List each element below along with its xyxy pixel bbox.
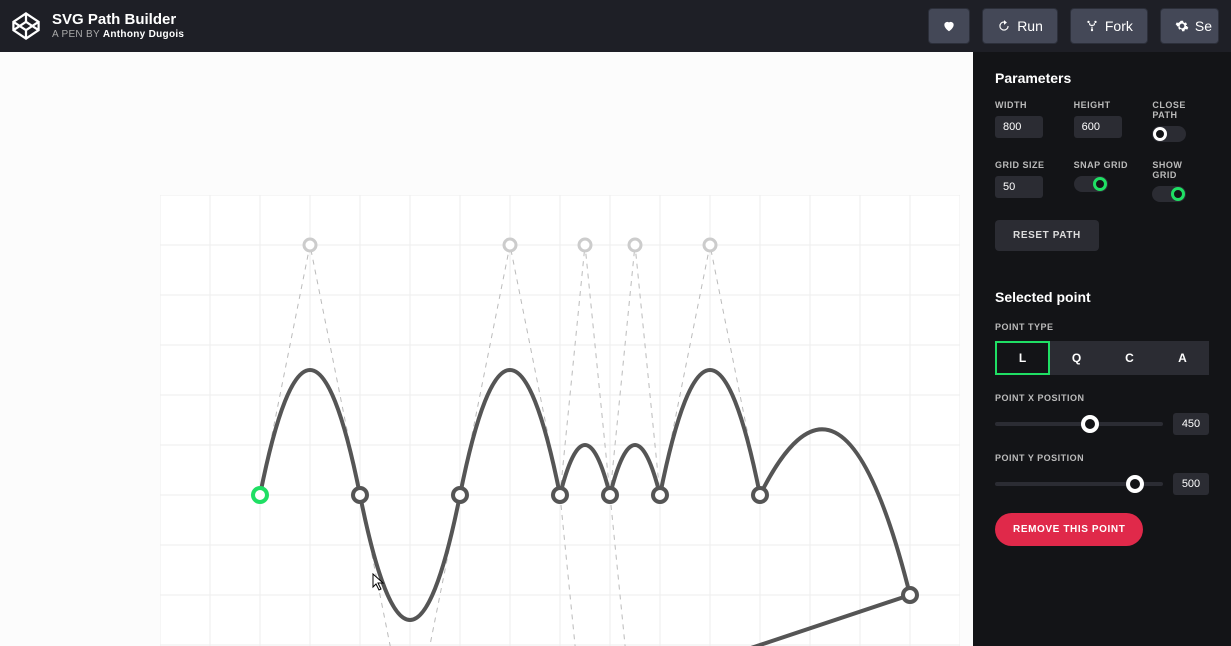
workspace: Parameters WIDTH HEIGHT CLOSE PATH GRID …	[0, 52, 1231, 646]
point-y-value: 500	[1173, 473, 1209, 495]
canvas-area[interactable]	[0, 52, 973, 646]
point-type-label: POINT TYPE	[995, 322, 1054, 332]
point-y-slider[interactable]	[995, 482, 1163, 486]
point-type-q[interactable]: Q	[1050, 341, 1103, 375]
width-label: WIDTH	[995, 100, 1052, 110]
gear-icon	[1175, 19, 1189, 33]
close-path-label: CLOSE PATH	[1152, 100, 1209, 120]
reset-path-button[interactable]: RESET PATH	[995, 220, 1099, 251]
svg-board[interactable]	[160, 195, 960, 646]
grid-size-input[interactable]	[995, 176, 1043, 198]
point-type-a[interactable]: A	[1156, 341, 1209, 375]
close-path-toggle[interactable]	[1152, 126, 1186, 142]
top-bar: SVG Path Builder A PEN BY Anthony Dugois…	[0, 0, 1231, 52]
grid-size-label: GRID SIZE	[995, 160, 1052, 170]
point-x-slider[interactable]	[995, 422, 1163, 426]
pen-title: SVG Path Builder	[52, 12, 184, 29]
height-label: HEIGHT	[1074, 100, 1131, 110]
point-x-label: POINT X POSITION	[995, 393, 1209, 403]
fork-icon	[1085, 19, 1099, 33]
selected-point-heading: Selected point	[995, 289, 1209, 305]
like-button[interactable]	[928, 8, 970, 44]
snap-grid-toggle[interactable]	[1074, 176, 1108, 192]
fork-button[interactable]: Fork	[1070, 8, 1148, 44]
side-panel: Parameters WIDTH HEIGHT CLOSE PATH GRID …	[973, 52, 1231, 646]
settings-button[interactable]: Se	[1160, 8, 1219, 44]
show-grid-toggle[interactable]	[1152, 186, 1186, 202]
heart-icon	[942, 19, 956, 33]
point-type-group: L Q C A	[995, 341, 1209, 375]
point-x-value: 450	[1173, 413, 1209, 435]
point-y-label: POINT Y POSITION	[995, 453, 1209, 463]
height-input[interactable]	[1074, 116, 1122, 138]
show-grid-label: SHOW GRID	[1152, 160, 1209, 180]
point-type-l[interactable]: L	[995, 341, 1050, 375]
point-type-c[interactable]: C	[1103, 341, 1156, 375]
parameters-heading: Parameters	[995, 70, 1209, 86]
path-svg[interactable]	[160, 195, 960, 646]
pen-author[interactable]: Anthony Dugois	[103, 29, 184, 40]
pen-subtitle: A PEN BY Anthony Dugois	[52, 29, 184, 40]
codepen-logo-icon	[12, 12, 40, 40]
run-button[interactable]: Run	[982, 8, 1058, 44]
snap-grid-label: SNAP GRID	[1074, 160, 1131, 170]
remove-point-button[interactable]: REMOVE THIS POINT	[995, 513, 1143, 546]
pen-title-block: SVG Path Builder A PEN BY Anthony Dugois	[52, 12, 184, 40]
width-input[interactable]	[995, 116, 1043, 138]
run-icon	[997, 19, 1011, 33]
